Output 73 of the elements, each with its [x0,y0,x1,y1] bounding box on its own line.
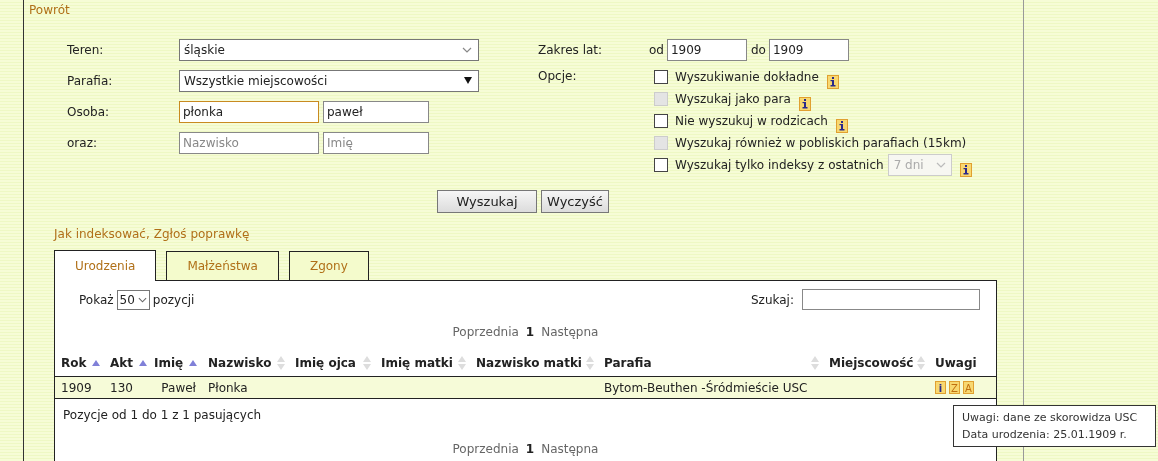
first-name-field[interactable]: paweł [323,100,429,123]
field-label: Opcje: [538,68,578,85]
to-label: do [750,42,766,57]
field-label: Teren: [67,42,105,57]
info-icon[interactable] [959,163,972,177]
info-icon[interactable] [826,75,839,89]
field-label: Zakres lat: [538,42,604,57]
option-label: Wyszukiwanie dokładne [675,70,819,84]
clear-button[interactable]: Wyczyść [541,190,609,213]
page-size-dropdown[interactable]: 50 [116,289,150,310]
table-cell: Paweł [161,380,196,395]
field-label: Parafia: [67,73,114,88]
tooltip: Uwagi: dane ze skorowidza USC Data urodzenia: 25.01.1909 r. [953,405,1156,447]
show-label: Pokaż [79,292,114,307]
tab[interactable]: Małżeństwa [166,251,279,280]
page-number[interactable]: 1 [525,325,535,339]
from-label: od [649,42,664,57]
search-field[interactable] [802,289,980,310]
year-from-field[interactable]: 1909 [666,38,747,61]
link[interactable]: Jak indeksować [54,227,146,241]
checkbox[interactable] [654,114,668,128]
column-header[interactable]: Uwagi [935,355,977,370]
next-link[interactable]: Następna [541,325,599,339]
table-cell: 130 [110,380,133,395]
option-label: Wyszukaj również w pobliskich parafiach (15km) [675,136,967,150]
checkbox[interactable] [654,70,668,84]
column-header[interactable]: Imię ojca [295,355,356,370]
previous-link[interactable]: Poprzednia [452,325,519,339]
sort-ascending-icon[interactable] [189,359,198,366]
triangle-down-icon [464,77,472,84]
chevron-down-icon [462,46,472,53]
checkbox[interactable] [654,158,668,172]
chevron-down-icon [935,162,946,168]
chevron-down-icon [137,296,147,303]
entries-label: pozycji [152,292,195,307]
table-cell: Bytom-Beuthen -Śródmieście USC [604,380,808,395]
column-header[interactable]: Akt [110,355,133,370]
search-label: Szukaj: [751,292,794,307]
page-number[interactable]: 1 [525,442,535,456]
sort-ascending-icon[interactable] [92,359,101,366]
option-label: Wyszukaj tylko indeksy z ostatnich [675,158,884,172]
tab[interactable]: Zgony [288,251,369,280]
table-cell: Płonka [208,380,248,395]
column-header[interactable]: Imię matki [381,355,453,370]
surname-field[interactable]: Nazwisko [179,131,319,154]
note-badge[interactable]: i [935,381,946,394]
column-header[interactable]: Imię [154,355,184,370]
search-button[interactable]: Wyszukaj [437,190,537,213]
info-icon[interactable] [835,119,848,133]
option-label: Wyszukaj jako para [675,92,791,106]
next-link[interactable]: Następna [541,442,599,456]
option-label: Nie wyszukuj w rodzicach [675,114,828,128]
surname-field[interactable]: płonka [179,100,319,123]
first-name-field[interactable]: Imię [323,131,429,154]
info-icon[interactable] [798,97,811,111]
tab[interactable]: Urodzenia [54,250,157,281]
year-to-field[interactable]: 1909 [768,38,849,61]
separator: , [145,227,150,241]
sort-ascending-icon[interactable] [139,359,147,366]
back-link[interactable]: Powrót [29,3,70,17]
results-summary: Pozycje od 1 do 1 z 1 pasujących [63,408,262,422]
link[interactable]: Zgłoś poprawkę [153,227,250,241]
previous-link[interactable]: Poprzednia [452,442,519,456]
column-header[interactable]: Miejscowość [829,355,914,370]
column-header[interactable]: Parafia [604,355,652,370]
column-header[interactable]: Nazwisko [208,355,272,370]
table-cell: 1909 [61,380,92,395]
field-label: oraz: [67,135,98,150]
dropdown[interactable]: śląskie [179,38,479,61]
field-label: Osoba: [67,104,111,119]
column-header[interactable]: Rok [61,355,87,370]
column-header[interactable]: Nazwisko matki [476,355,582,370]
dropdown[interactable]: Wszystkie miejscowości [179,69,479,92]
